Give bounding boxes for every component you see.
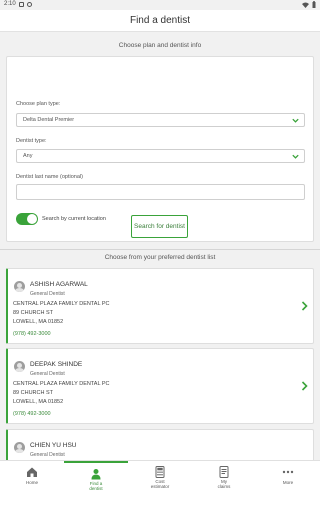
nav-home-label: Home: [25, 480, 38, 485]
chevron-right-icon[interactable]: [300, 300, 309, 312]
avatar-icon: [14, 281, 25, 292]
notification-icon: [26, 1, 32, 7]
dentist-type-value: Any: [23, 153, 33, 159]
plan-type-value: Delta Dental Premier: [23, 117, 75, 123]
notification-icon: [18, 1, 24, 7]
dentist-practice: CENTRAL PLAZA FAMILY DENTAL PC: [13, 381, 110, 387]
dentist-phone[interactable]: (978) 492-3000: [13, 331, 51, 337]
chevron-down-icon: [292, 118, 299, 123]
plan-type-select[interactable]: Delta Dental Premier: [16, 113, 305, 127]
chevron-down-icon: [292, 154, 299, 159]
bottom-navigation: Home Find a dentist Cost estimator My claim…: [0, 460, 320, 512]
last-name-label: Dentist last name (optional): [16, 174, 83, 180]
status-time: 2:10: [4, 1, 16, 7]
section-divider: [0, 249, 320, 250]
dentist-name: DEEPAK SHINDE: [30, 361, 83, 368]
wifi-icon: [302, 2, 309, 8]
nav-home[interactable]: Home: [0, 461, 64, 512]
nav-dentist-label: dentist: [89, 486, 103, 491]
more-dots-icon: [282, 470, 294, 474]
dentist-icon: [91, 469, 101, 480]
dentist-specialty: General Dentist: [30, 452, 65, 458]
plan-type-label: Choose plan type:: [16, 101, 61, 107]
nav-more-label: More: [282, 480, 294, 485]
avatar-icon: [14, 361, 25, 372]
nav-more[interactable]: More: [256, 461, 320, 512]
dentist-type-select[interactable]: Any: [16, 149, 305, 163]
page-title: Find a dentist: [129, 15, 191, 26]
nav-estimator-label: estimator: [150, 484, 170, 489]
dentist-name: CHIEN YU HSU: [30, 442, 77, 449]
claims-icon: [219, 466, 229, 478]
toggle-knob: [27, 214, 37, 224]
dentist-name: ASHISH AGARWAL: [30, 281, 88, 288]
dentist-card[interactable]: DEEPAK SHINDE General Dentist CENTRAL PL…: [6, 348, 314, 424]
dentist-type-label: Dentist type:: [16, 138, 47, 144]
location-toggle-label: Search by current location: [42, 216, 106, 222]
dentist-street: 89 CHURCH ST: [13, 390, 54, 396]
chevron-right-icon[interactable]: [300, 380, 309, 392]
dentist-phone[interactable]: (978) 492-3000: [13, 411, 51, 417]
calculator-icon: [155, 466, 165, 478]
search-for-dentist-button[interactable]: Search for dentist: [131, 215, 188, 238]
nav-my-claims[interactable]: My claims: [192, 461, 256, 512]
home-icon: [27, 467, 37, 477]
dentist-practice: CENTRAL PLAZA FAMILY DENTAL PC: [13, 301, 110, 307]
location-toggle[interactable]: [16, 213, 38, 225]
nav-find-dentist[interactable]: Find a dentist: [64, 461, 128, 512]
nav-cost-estimator[interactable]: Cost estimator: [128, 461, 192, 512]
battery-icon: [312, 1, 316, 8]
dentist-specialty: General Dentist: [30, 371, 65, 377]
nav-claims-label: claims: [217, 484, 231, 489]
dentist-card[interactable]: ASHISH AGARWAL General Dentist CENTRAL P…: [6, 268, 314, 344]
avatar-icon: [14, 442, 25, 453]
last-name-input[interactable]: [16, 184, 305, 200]
form-section-title: Choose plan and dentist info: [118, 42, 202, 49]
dentist-street: 89 CHURCH ST: [13, 310, 54, 316]
main-content[interactable]: Choose plan and dentist info Choose plan…: [0, 32, 320, 460]
dentist-city: LOWELL, MA 01852: [13, 399, 64, 405]
dentist-specialty: General Dentist: [30, 291, 65, 297]
dentist-card[interactable]: CHIEN YU HSU General Dentist: [6, 429, 314, 460]
dentist-city: LOWELL, MA 01852: [13, 319, 64, 325]
preferred-list-title: Choose from your preferred dentist list: [104, 254, 216, 261]
status-bar: 2:10: [0, 0, 320, 10]
app-header: Find a dentist: [0, 10, 320, 32]
